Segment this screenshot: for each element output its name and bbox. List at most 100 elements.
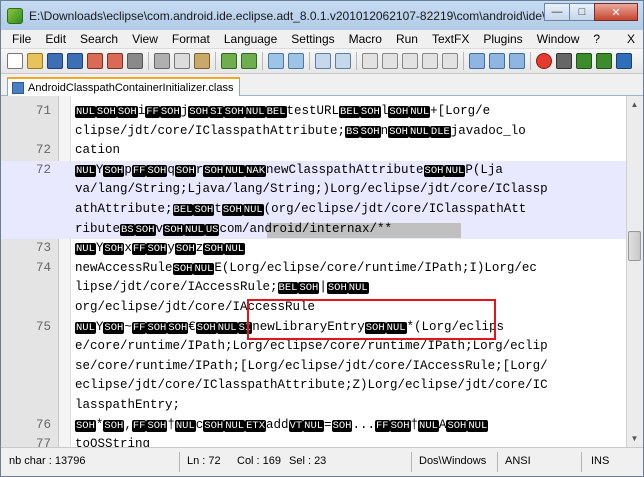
undo-icon[interactable] bbox=[221, 53, 237, 69]
line-text: e/core/runtime/IPath;Lorg/eclipse/core/r… bbox=[75, 339, 548, 354]
code-line: 74 newAccessRuleSOH NULE(Lorg/eclipse/cor… bbox=[1, 259, 626, 279]
highlight-box bbox=[247, 299, 496, 340]
code-line: eclipse/jdt/core/IClasspathAttribute;Z)L… bbox=[1, 376, 626, 396]
status-line: Ln : 72 bbox=[187, 455, 221, 467]
code-view[interactable]: 71 NUL SOH SOHiFF SOHjSOH SI SOH NUL BELtestURL… bbox=[1, 102, 626, 447]
menu-search[interactable]: Search bbox=[73, 30, 125, 48]
line-text: NULYSOHxFF SOHySOHzSOH NUL bbox=[75, 241, 246, 256]
status-bar: nb char : 13796 Ln : 72 Col : 169 Sel : … bbox=[1, 447, 643, 476]
menu-help[interactable]: ? bbox=[586, 30, 607, 48]
scroll-up-arrow-icon[interactable]: ▲ bbox=[628, 98, 641, 111]
menu-bar: File Edit Search View Format Language Se… bbox=[1, 30, 643, 49]
record-macro-icon[interactable] bbox=[536, 53, 552, 69]
line-text: clipse/jdt/core/IClasspathAttribute;BS SO… bbox=[75, 123, 526, 138]
close-button[interactable]: ✕ bbox=[594, 3, 638, 21]
menu-macro[interactable]: Macro bbox=[342, 30, 389, 48]
status-encoding: ANSI bbox=[505, 455, 531, 467]
tab-androidclasspathcontainerinitializer[interactable]: AndroidClasspathContainerInitializer.cla… bbox=[7, 77, 241, 96]
status-mode: INS bbox=[591, 455, 610, 467]
function-list-icon[interactable] bbox=[509, 53, 525, 69]
code-line: lipse/jdt/core/IAccessRule;BEL SOH|SOH NUL bbox=[1, 278, 626, 298]
zoom-out-icon[interactable] bbox=[335, 53, 351, 69]
file-icon bbox=[12, 81, 24, 94]
maximize-button[interactable]: □ bbox=[569, 3, 595, 21]
line-number: 73 bbox=[35, 241, 51, 256]
open-file-icon[interactable] bbox=[27, 53, 43, 69]
word-wrap-icon[interactable] bbox=[402, 53, 418, 69]
minimize-button[interactable]: — bbox=[544, 3, 570, 21]
menu-language[interactable]: Language bbox=[217, 30, 284, 48]
code-line: 76 SOH*SOH,FF SOH†NULcSOH NUL ETXaddVT NUL=S… bbox=[1, 416, 626, 436]
status-divider bbox=[411, 452, 412, 472]
redo-icon[interactable] bbox=[241, 53, 257, 69]
status-col: Col : 169 bbox=[237, 455, 282, 467]
doc-map-icon[interactable] bbox=[489, 53, 505, 69]
line-text: SOH*SOH,FF SOH†NULcSOH NUL ETXaddVT NUL=SOH.… bbox=[75, 417, 489, 432]
code-line: 73 NULYSOHxFF SOHySOHzSOH NUL bbox=[1, 239, 626, 259]
sync-vertical-icon[interactable] bbox=[362, 53, 378, 69]
paste-icon[interactable] bbox=[194, 53, 210, 69]
stop-macro-icon[interactable] bbox=[556, 53, 572, 69]
code-line-current: va/lang/String;Ljava/lang/String;)Lorg/e… bbox=[1, 180, 626, 200]
code-line-current: ributeBS SOHvSOH NUL UScom/android/internax… bbox=[1, 219, 626, 240]
save-macro-icon[interactable] bbox=[616, 53, 632, 69]
play-macro-icon[interactable] bbox=[576, 53, 592, 69]
menu-plugins[interactable]: Plugins bbox=[476, 30, 529, 48]
line-text: athAttribute;BEL SOHtSOH NUL(org/eclipse/j… bbox=[75, 201, 527, 216]
line-text: lasspathEntry; bbox=[75, 397, 181, 412]
menu-textfx[interactable]: TextFX bbox=[425, 30, 476, 48]
notepadpp-app-icon bbox=[7, 7, 23, 24]
menu-view[interactable]: View bbox=[125, 30, 165, 48]
status-sel: Sel : 23 bbox=[289, 455, 327, 467]
indent-guide-icon[interactable] bbox=[442, 53, 458, 69]
menu-edit[interactable]: Edit bbox=[38, 30, 73, 48]
line-number: 77 bbox=[35, 437, 51, 447]
toolbar-separator bbox=[309, 52, 310, 70]
title-bar[interactable]: E:\Downloads\eclipse\com.android.ide.ecl… bbox=[1, 1, 643, 30]
status-eol: Dos\Windows bbox=[419, 455, 487, 467]
line-number: 72 bbox=[35, 143, 51, 158]
document-close-button[interactable]: X bbox=[627, 30, 635, 48]
scroll-down-arrow-icon[interactable]: ▼ bbox=[628, 432, 641, 445]
code-line-current: 72 NULYSOHpFF SOHqSOHrSOH NUL NAKnewClasspa… bbox=[1, 160, 626, 181]
copy-icon[interactable] bbox=[174, 53, 190, 69]
line-number: 72 bbox=[35, 162, 51, 177]
cut-icon[interactable] bbox=[154, 53, 170, 69]
line-text: se/core/runtime/IPath;[Lorg/eclipse/jdt/… bbox=[75, 358, 548, 373]
run-macro-multiple-icon[interactable] bbox=[596, 53, 612, 69]
replace-icon[interactable] bbox=[288, 53, 304, 69]
user-language-icon[interactable] bbox=[469, 53, 485, 69]
find-icon[interactable] bbox=[268, 53, 284, 69]
line-text: va/lang/String;Ljava/lang/String;)Lorg/e… bbox=[75, 182, 548, 197]
code-line: 77 toOSString bbox=[1, 435, 626, 447]
menu-settings[interactable]: Settings bbox=[284, 30, 341, 48]
vertical-scrollbar[interactable]: ▲ ▼ bbox=[626, 96, 643, 447]
selected-text: com/android/internax/** bbox=[219, 221, 392, 236]
line-text: eclipse/jdt/core/IClasspathAttribute;Z)L… bbox=[75, 378, 548, 393]
new-file-icon[interactable] bbox=[7, 53, 23, 69]
print-icon[interactable] bbox=[127, 53, 143, 69]
scrollbar-thumb[interactable] bbox=[628, 231, 641, 261]
tab-label: AndroidClasspathContainerInitializer.cla… bbox=[28, 81, 234, 94]
line-text: cation bbox=[75, 143, 121, 158]
toolbar-separator bbox=[463, 52, 464, 70]
menu-window[interactable]: Window bbox=[530, 30, 587, 48]
sync-horizontal-icon[interactable] bbox=[382, 53, 398, 69]
menu-file[interactable]: File bbox=[5, 30, 38, 48]
line-text: lipse/jdt/core/IAccessRule;BEL SOH|SOH NUL bbox=[75, 280, 369, 295]
line-text: toOSString bbox=[75, 437, 151, 447]
window-title: E:\Downloads\eclipse\com.android.ide.ecl… bbox=[29, 8, 549, 23]
toolbar bbox=[1, 49, 643, 74]
editor-area[interactable]: 71 NUL SOH SOHiFF SOHjSOH SI SOH NUL BELtestURL… bbox=[1, 96, 643, 447]
save-icon[interactable] bbox=[47, 53, 63, 69]
line-number: 76 bbox=[35, 417, 51, 432]
show-all-chars-icon[interactable] bbox=[422, 53, 438, 69]
zoom-in-icon[interactable] bbox=[315, 53, 331, 69]
menu-format[interactable]: Format bbox=[165, 30, 217, 48]
menu-run[interactable]: Run bbox=[389, 30, 425, 48]
toolbar-separator bbox=[215, 52, 216, 70]
save-all-icon[interactable] bbox=[67, 53, 83, 69]
close-file-icon[interactable] bbox=[87, 53, 103, 69]
close-all-icon[interactable] bbox=[107, 53, 123, 69]
tab-bar: AndroidClasspathContainerInitializer.cla… bbox=[1, 74, 643, 96]
